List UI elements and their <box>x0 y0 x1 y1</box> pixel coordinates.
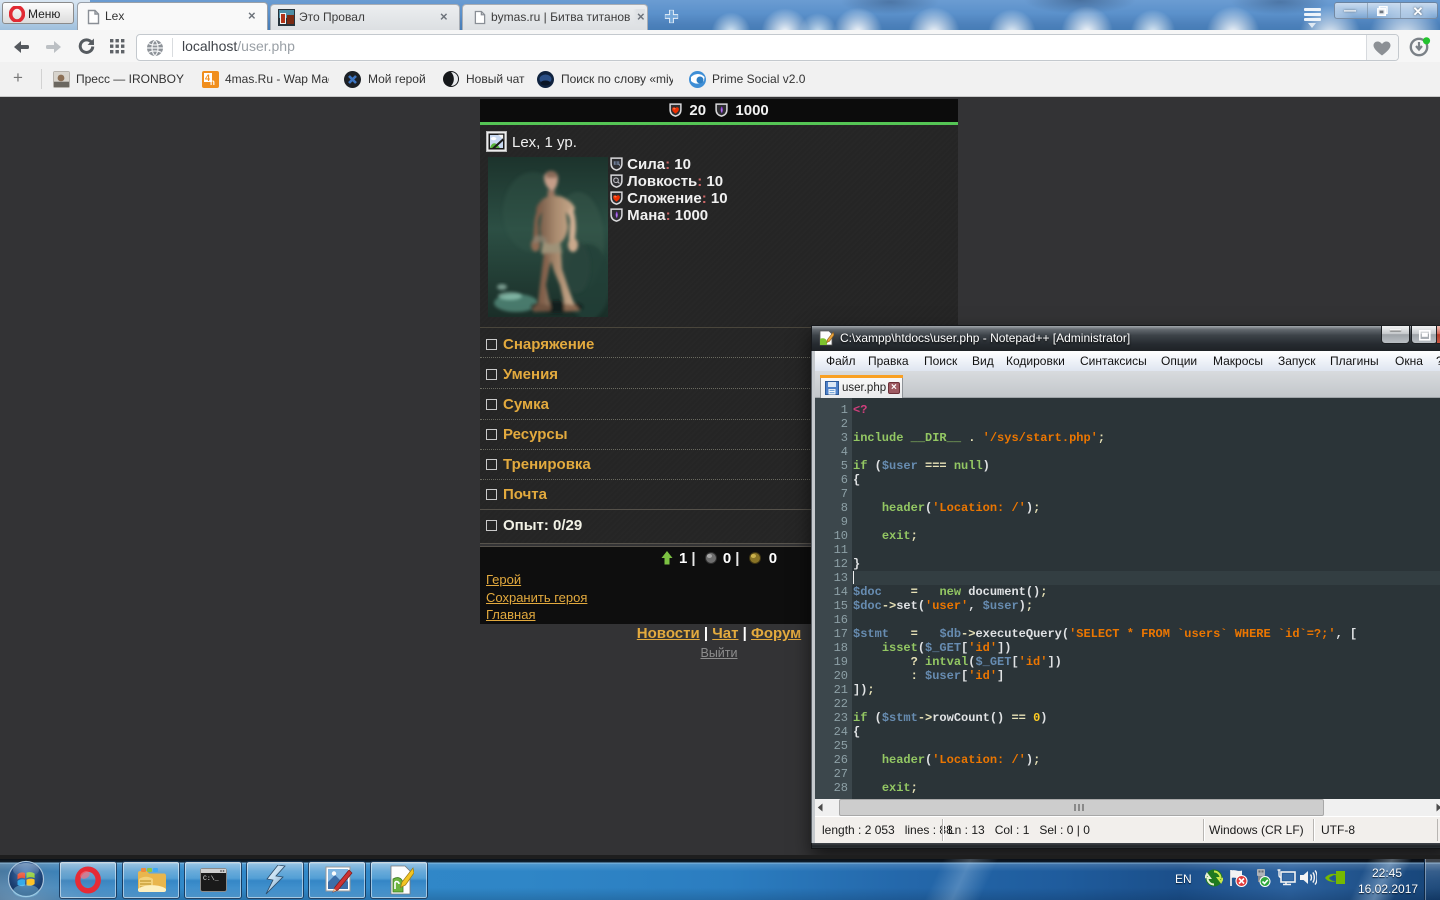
svg-text:C:\_: C:\_ <box>203 875 219 882</box>
svg-text:n: n <box>210 78 215 87</box>
